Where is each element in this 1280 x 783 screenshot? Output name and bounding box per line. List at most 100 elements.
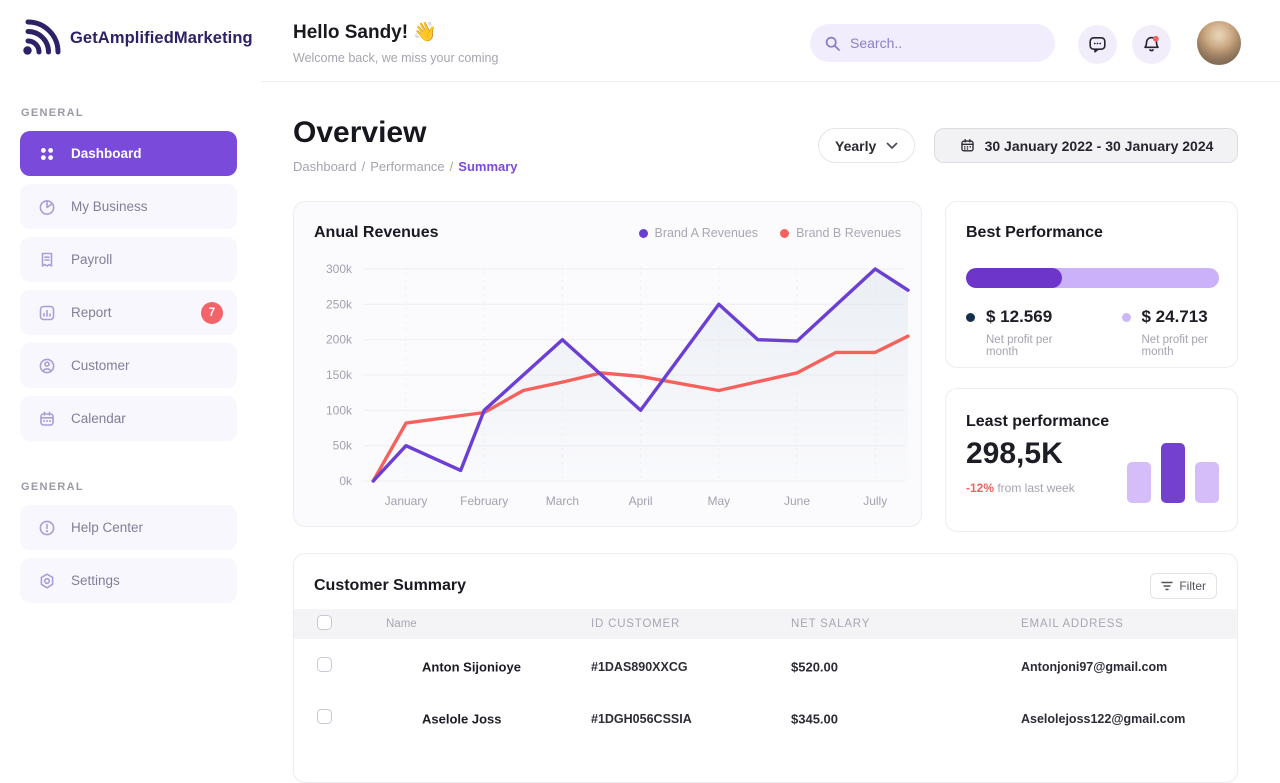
performance-progress-bar [966,268,1219,288]
stat-value: $ 12.569 [986,307,1052,327]
column-header-email: EMAIL ADDRESS [1021,618,1124,630]
greeting-title: Hello Sandy! 👋 [293,20,437,44]
chart-legend: Brand A Revenues Brand B Revenues [639,226,901,240]
best-performance-title: Best Performance [966,224,1103,242]
sidebar-item-calendar[interactable]: Calendar [20,396,237,441]
customer-email: Antonjoni97@gmail.com [1021,660,1167,674]
legend-brand-a: Brand A Revenues [639,226,759,240]
filter-label: Filter [1179,579,1206,593]
search-input[interactable] [850,35,1041,51]
user-avatar[interactable] [1197,21,1241,65]
table-row[interactable]: Anton Sijonioye #1DAS890XXCG $520.00 Ant… [294,641,1237,693]
customer-salary: $520.00 [791,660,838,675]
sidebar-item-help-center[interactable]: Help Center [20,505,237,550]
chart-title: Anual Revenues [314,224,438,242]
bell-icon [1141,34,1162,55]
sidebar: GetAmplifiedMarketing GENERAL Dashboard … [0,0,261,720]
table-row[interactable]: Aselole Joss #1DGH056CSSIA $345.00 Aselo… [294,693,1237,745]
best-progress-fill [966,268,1062,288]
sidebar-item-dashboard[interactable]: Dashboard [20,131,237,176]
revenue-line-chart: 0k50k100k150k200k250k300kJanuaryFebruary… [304,250,913,518]
person-icon [37,356,57,376]
svg-text:June: June [784,494,810,508]
gear-icon [37,571,57,591]
sidebar-item-label: Customer [71,358,130,373]
sidebar-item-customer[interactable]: Customer [20,343,237,388]
svg-text:250k: 250k [326,297,353,311]
least-performance-delta: -12% from last week [966,481,1075,495]
svg-text:50k: 50k [333,439,353,453]
customer-summary-title: Customer Summary [314,577,466,595]
receipt-icon [37,250,57,270]
column-header-id: ID CUSTOMER [591,618,680,630]
sidebar-item-label: Report [71,305,112,320]
customer-salary: $345.00 [791,712,838,727]
breadcrumb-dashboard[interactable]: Dashboard [293,159,357,174]
filter-button[interactable]: Filter [1150,573,1217,599]
delta-percent: -12% [966,481,994,495]
sidebar-item-label: Settings [71,573,120,588]
customer-id: #1DAS890XXCG [591,660,688,674]
chevron-down-icon [886,142,898,150]
filter-icon [1161,581,1173,591]
calendar-small-icon [959,137,976,154]
sidebar-item-label: Help Center [71,520,143,535]
legend-dot-brand-b [780,229,789,238]
customer-name: Aselole Joss [422,712,502,727]
legend-label: Brand B Revenues [796,226,901,240]
signal-logo-icon [18,16,62,60]
logo[interactable]: GetAmplifiedMarketing [18,16,253,60]
table-header-row: Name ID CUSTOMER NET SALARY EMAIL ADDRES… [294,609,1237,639]
column-header-name: Name [386,618,417,630]
sidebar-item-payroll[interactable]: Payroll [20,237,237,282]
sidebar-item-my-business[interactable]: My Business [20,184,237,229]
customer-id: #1DGH056CSSIA [591,712,692,726]
date-range-picker[interactable]: 30 January 2022 - 30 January 2024 [934,128,1238,163]
sidebar-item-label: My Business [71,199,148,214]
greeting-subtitle: Welcome back, we miss your coming [293,51,498,65]
svg-text:0k: 0k [339,474,353,488]
legend-brand-b: Brand B Revenues [780,226,901,240]
mini-bar [1127,462,1151,503]
svg-text:May: May [707,494,730,508]
period-value: Yearly [835,138,876,154]
bar-chart-icon [37,303,57,323]
messages-button[interactable] [1078,25,1117,64]
svg-text:300k: 300k [326,262,353,276]
svg-text:Jully: Jully [863,494,887,508]
period-dropdown[interactable]: Yearly [818,128,915,163]
mini-bar [1161,443,1185,503]
notifications-button[interactable] [1132,25,1171,64]
breadcrumb-performance[interactable]: Performance [370,159,444,174]
svg-text:April: April [629,494,653,508]
svg-text:January: January [385,494,428,508]
brand-name: GetAmplifiedMarketing [70,29,253,48]
best-performance-card: Best Performance $ 12.569 Net profit per… [945,201,1238,368]
stat-value: $ 24.713 [1142,307,1208,327]
annual-revenues-card: Anual Revenues Brand A Revenues Brand B … [293,201,922,527]
svg-text:March: March [546,494,579,508]
row-checkbox[interactable] [317,657,332,672]
chat-icon [1087,34,1108,55]
header-divider [261,81,1280,82]
help-icon [37,518,57,538]
stat-label: Net profit per month [1142,334,1238,358]
sidebar-item-settings[interactable]: Settings [20,558,237,603]
date-range-value: 30 January 2022 - 30 January 2024 [985,138,1214,154]
breadcrumb-summary[interactable]: Summary [458,159,517,174]
sidebar-item-report[interactable]: Report 7 [20,290,237,335]
page-title: Overview [293,116,426,150]
stat-net-profit-a: $ 12.569 Net profit per month [966,307,1082,358]
sidebar-item-label: Payroll [71,252,112,267]
grid-icon [37,144,57,164]
row-checkbox[interactable] [317,709,332,724]
svg-text:200k: 200k [326,333,353,347]
stat-dot-a [966,313,975,322]
search-icon [824,35,841,52]
search-bar[interactable] [810,24,1055,62]
stat-net-profit-b: $ 24.713 Net profit per month [1122,307,1238,358]
mini-bar-chart [1127,441,1219,503]
select-all-checkbox[interactable] [317,615,332,630]
calendar-icon [37,409,57,429]
legend-label: Brand A Revenues [655,226,759,240]
